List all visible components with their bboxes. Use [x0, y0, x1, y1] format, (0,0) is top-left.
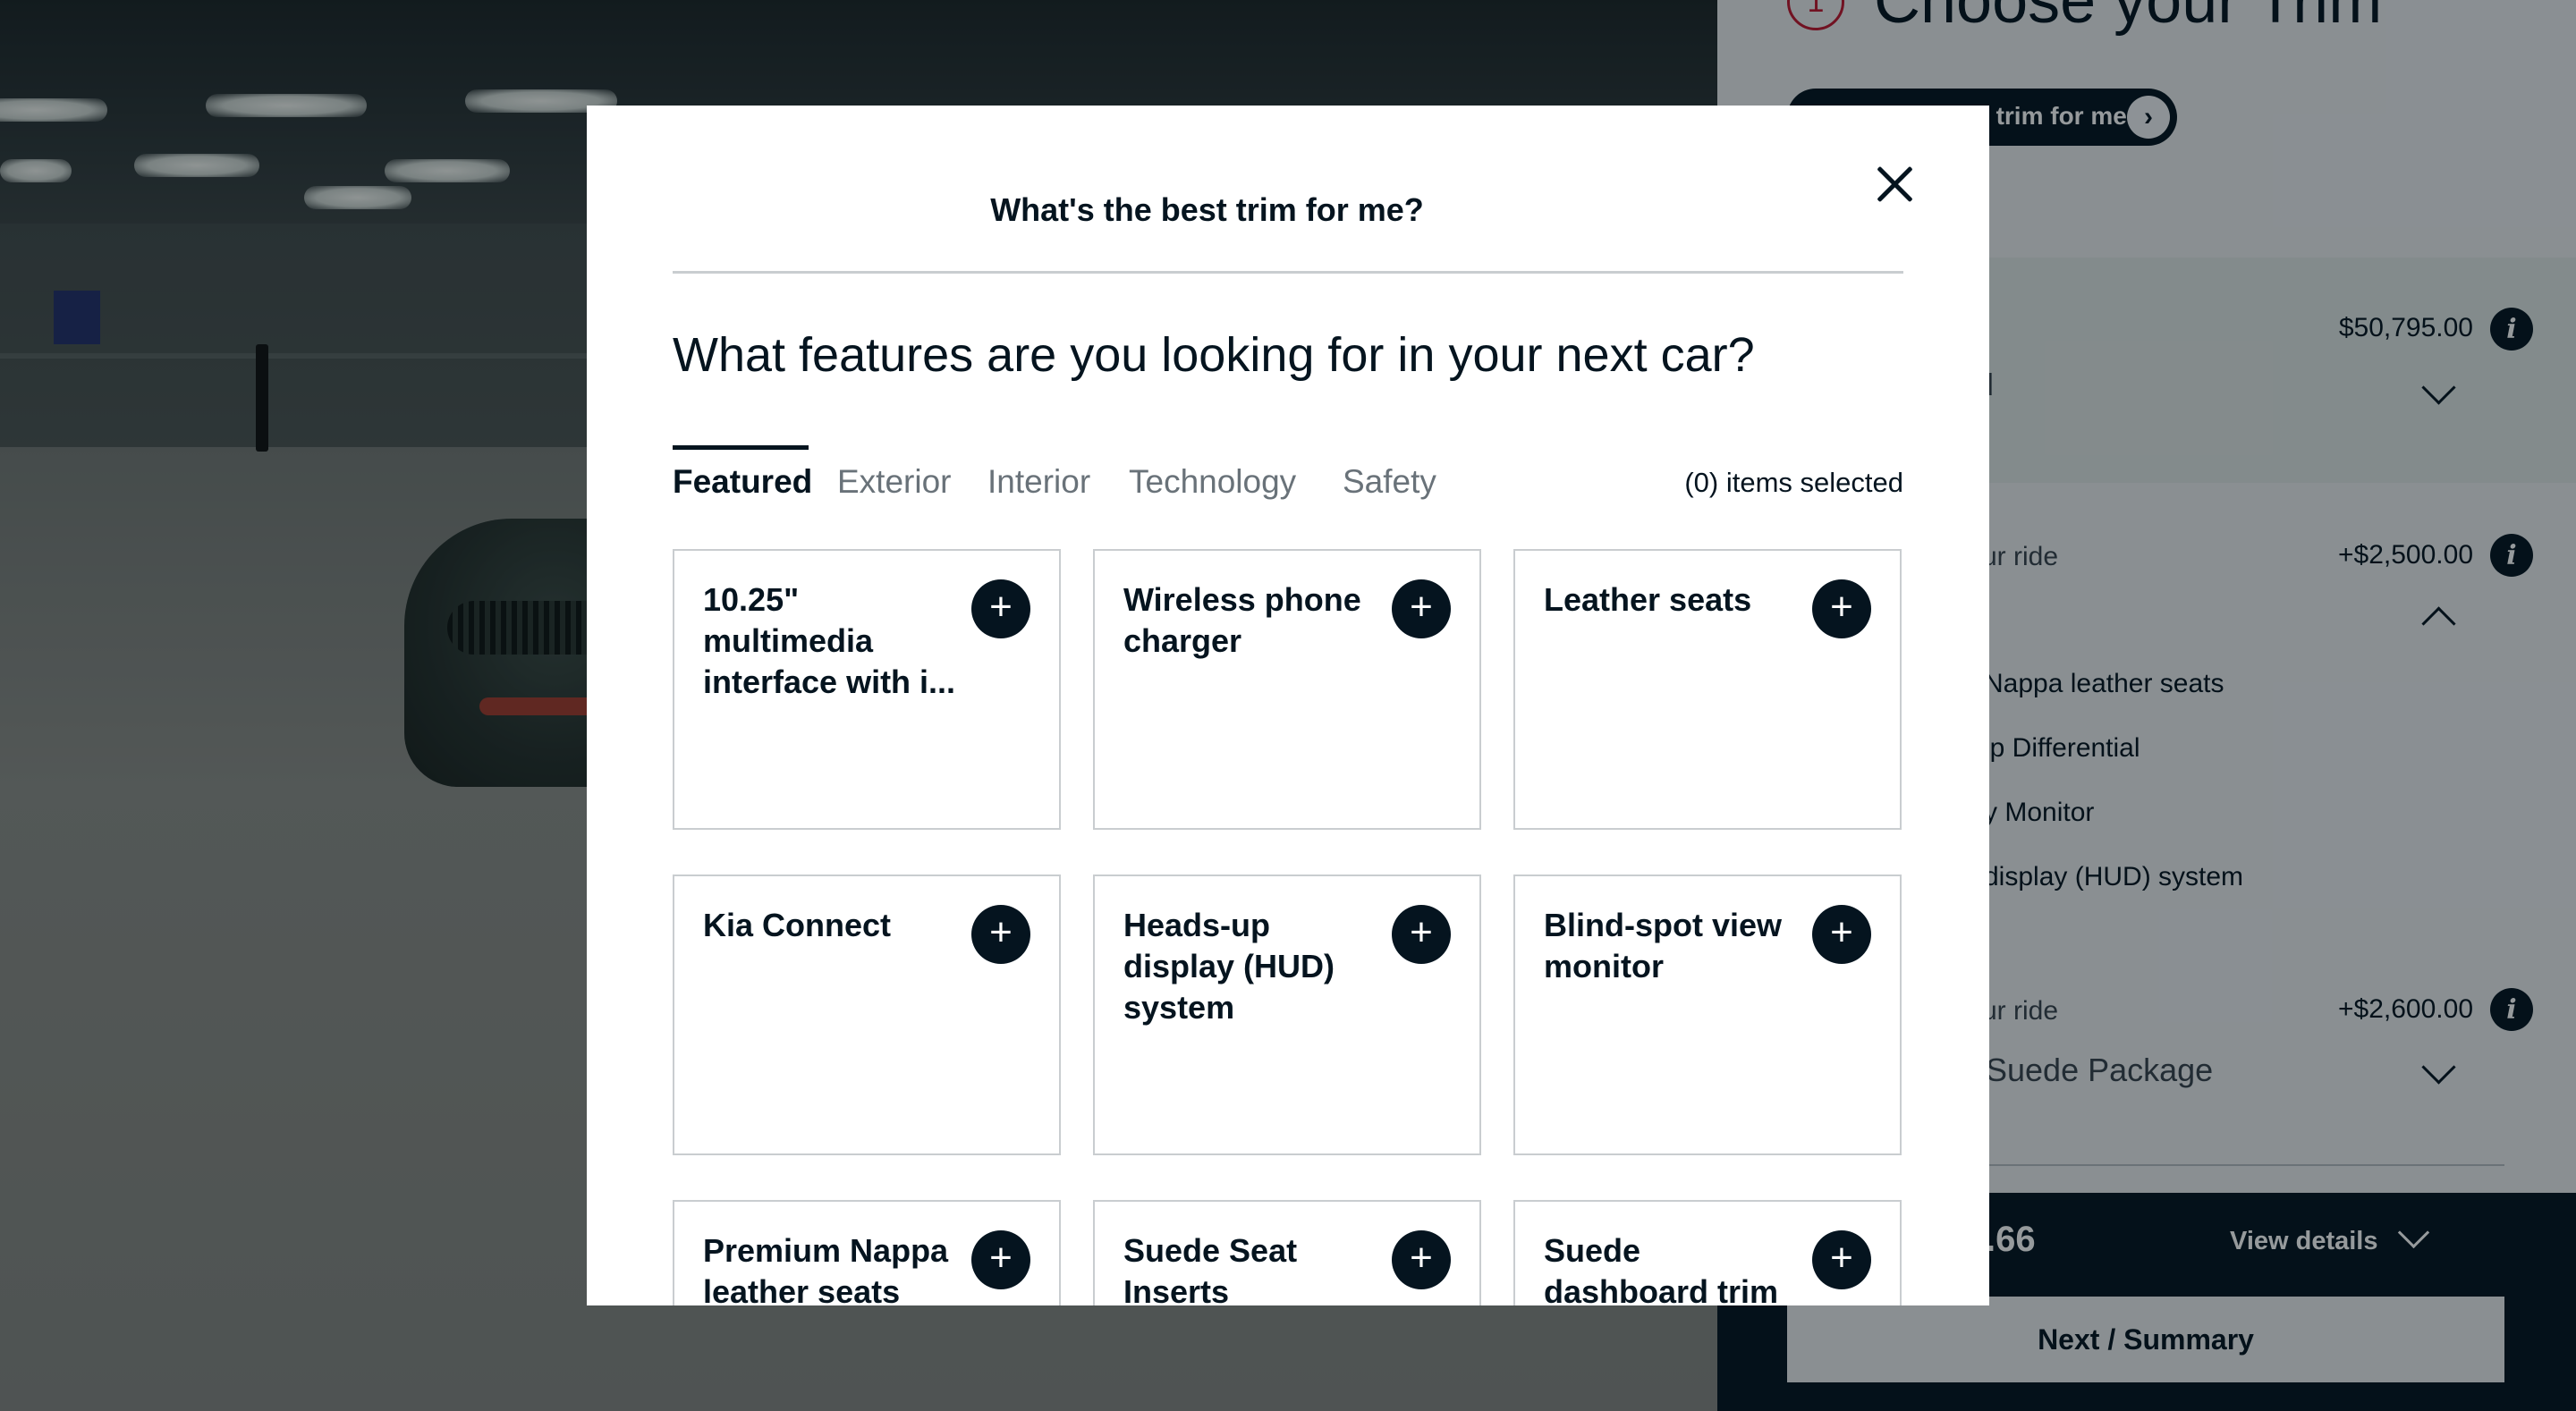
feature-card-nappa-seats[interactable]: Premium Nappa leather seats + — [673, 1200, 1061, 1305]
feature-card-blind-spot[interactable]: Blind-spot view monitor + — [1513, 874, 1902, 1155]
feature-card-label: 10.25" multimedia interface with i... — [703, 581, 956, 700]
feature-card-label: Suede dashboard trim — [1544, 1232, 1779, 1305]
feature-card-suede-dashboard[interactable]: Suede dashboard trim + — [1513, 1200, 1902, 1305]
tab-technology[interactable]: Technology — [1129, 463, 1296, 501]
feature-card-label: Blind-spot view monitor — [1544, 907, 1783, 984]
plus-icon[interactable]: + — [971, 905, 1030, 964]
modal-title: What's the best trim for me? — [990, 191, 1424, 228]
plus-icon[interactable]: + — [1812, 579, 1871, 638]
feature-card-suede-inserts[interactable]: Suede Seat Inserts + — [1093, 1200, 1481, 1305]
feature-card-label: Premium Nappa leather seats — [703, 1232, 949, 1305]
plus-icon[interactable]: + — [1392, 1230, 1451, 1289]
plus-icon[interactable]: + — [971, 579, 1030, 638]
modal-question: What features are you looking for in you… — [673, 328, 1755, 382]
plus-icon[interactable]: + — [1392, 579, 1451, 638]
feature-card-label: Leather seats — [1544, 581, 1752, 618]
items-selected-count: (0) items selected — [1684, 467, 1903, 498]
active-tab-indicator — [673, 445, 809, 450]
tab-safety[interactable]: Safety — [1343, 463, 1436, 501]
feature-card-label: Kia Connect — [703, 907, 892, 943]
feature-card-hud[interactable]: Heads-up display (HUD) system + — [1093, 874, 1481, 1155]
modal-divider — [673, 271, 1903, 274]
feature-card-multimedia[interactable]: 10.25" multimedia interface with i... + — [673, 549, 1061, 830]
feature-card-leather-seats[interactable]: Leather seats + — [1513, 549, 1902, 830]
plus-icon[interactable]: + — [1812, 905, 1871, 964]
feature-card-kia-connect[interactable]: Kia Connect + — [673, 874, 1061, 1155]
feature-card-label: Suede Seat Inserts — [1123, 1232, 1298, 1305]
tab-featured[interactable]: Featured — [673, 463, 812, 501]
plus-icon[interactable]: + — [971, 1230, 1030, 1289]
tab-interior[interactable]: Interior — [987, 463, 1090, 501]
plus-icon[interactable]: + — [1812, 1230, 1871, 1289]
feature-category-tabs: Featured Exterior Interior Technology Sa… — [673, 445, 1903, 517]
close-icon[interactable] — [1869, 159, 1919, 209]
feature-card-label: Wireless phone charger — [1123, 581, 1361, 659]
plus-icon[interactable]: + — [1392, 905, 1451, 964]
feature-card-wireless-charger[interactable]: Wireless phone charger + — [1093, 549, 1481, 830]
tab-exterior[interactable]: Exterior — [837, 463, 951, 501]
feature-card-label: Heads-up display (HUD) system — [1123, 907, 1335, 1026]
best-trim-modal: What's the best trim for me? What featur… — [587, 106, 1989, 1305]
